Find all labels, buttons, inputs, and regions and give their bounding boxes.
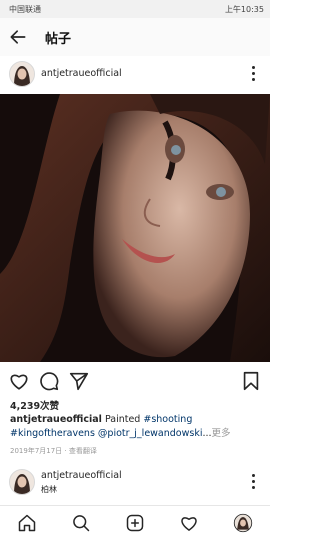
home-icon[interactable] bbox=[17, 513, 37, 533]
app-bar: 帖子 bbox=[0, 18, 270, 57]
post-date[interactable]: 2019年7月17日 · 查看翻译 bbox=[10, 446, 97, 456]
avatar[interactable] bbox=[9, 61, 35, 87]
caption-username[interactable]: antjetraueofficial bbox=[10, 414, 102, 425]
comment-bubble-icon[interactable] bbox=[38, 370, 60, 392]
bookmark-icon[interactable] bbox=[240, 370, 262, 392]
avatar[interactable] bbox=[9, 469, 35, 495]
post-header: antjetraueofficial bbox=[0, 56, 270, 94]
hashtag-link[interactable]: #shooting bbox=[143, 414, 192, 425]
next-post-header: antjetraueofficial 柏林 bbox=[0, 462, 270, 502]
bottom-navigation bbox=[0, 505, 270, 541]
more-vertical-icon[interactable] bbox=[252, 66, 256, 82]
next-post-location[interactable]: 柏林 bbox=[41, 484, 57, 495]
search-icon[interactable] bbox=[71, 513, 91, 533]
post-image[interactable] bbox=[0, 94, 270, 362]
send-icon[interactable] bbox=[68, 370, 90, 392]
next-post-username[interactable]: antjetraueofficial bbox=[41, 470, 122, 481]
caption-text: Painted bbox=[101, 414, 144, 425]
carrier-label: 中国联通 bbox=[9, 5, 41, 14]
mention-link[interactable]: @piotr_j_lewandowski bbox=[95, 428, 203, 439]
more-vertical-icon[interactable] bbox=[252, 474, 256, 490]
post-actions bbox=[0, 362, 270, 398]
status-time: 上午10:35 bbox=[224, 5, 264, 14]
more-link[interactable]: 更多 bbox=[212, 428, 231, 439]
caption-ellipsis: ... bbox=[202, 428, 212, 439]
post-username[interactable]: antjetraueofficial bbox=[41, 68, 122, 79]
activity-heart-icon[interactable] bbox=[179, 513, 199, 533]
add-post-icon[interactable] bbox=[125, 513, 145, 533]
likes-count[interactable]: 4,239次赞 bbox=[10, 398, 59, 412]
page-title: 帖子 bbox=[45, 32, 72, 47]
heart-icon[interactable] bbox=[8, 370, 30, 392]
post-caption: antjetraueofficial Painted #shooting #ki… bbox=[10, 413, 265, 441]
status-bar: 中国联通 上午10:35 bbox=[0, 0, 270, 18]
arrow-left-icon[interactable] bbox=[8, 27, 28, 47]
profile-avatar-icon[interactable] bbox=[233, 513, 253, 533]
hashtag-link[interactable]: #kingoftheravens bbox=[10, 428, 95, 439]
